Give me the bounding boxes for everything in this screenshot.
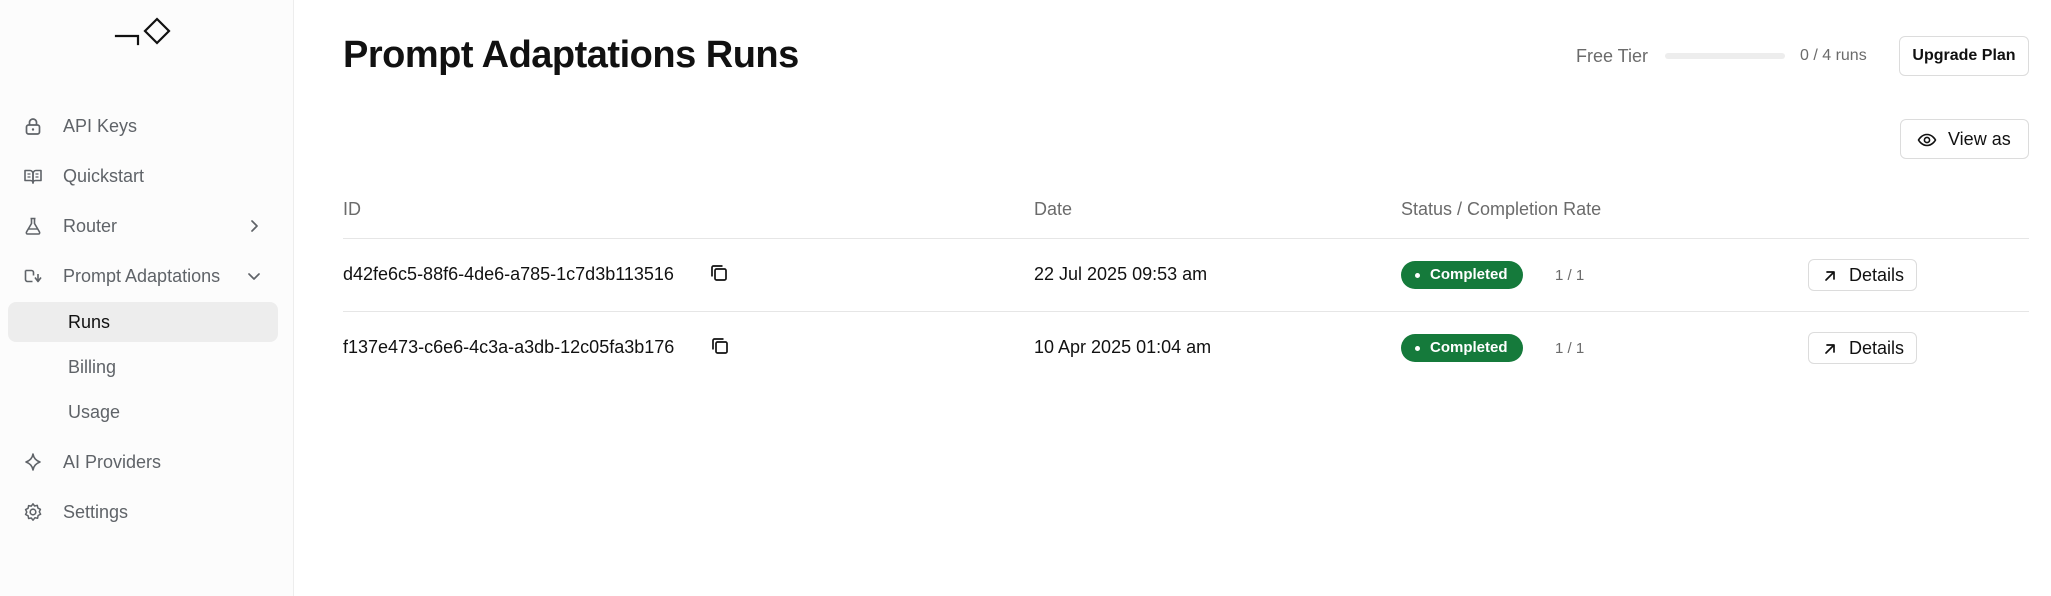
sidebar-subitem-billing[interactable]: Billing [8,347,278,387]
sidebar-item-ai-providers[interactable]: AI Providers [8,440,278,484]
status-badge: Completed [1401,334,1523,362]
status-dot-icon [1415,346,1420,351]
sidebar-item-quickstart[interactable]: Quickstart [8,154,278,198]
table-row[interactable]: d42fe6c5-88f6-4de6-a785-1c7d3b113516 22 … [343,239,2029,311]
table-row[interactable]: f137e473-c6e6-4c3a-a3db-12c05fa3b176 10 … [343,312,2029,384]
status-badge: Completed [1401,261,1523,289]
sidebar-subitem-label: Runs [68,312,111,332]
details-button[interactable]: Details [1808,259,1917,291]
details-label: Details [1849,265,1905,285]
copy-icon[interactable] [708,262,730,284]
flask-icon [22,215,44,237]
run-id: d42fe6c5-88f6-4de6-a785-1c7d3b113516 [343,264,674,284]
arrow-up-right-icon [1825,271,1835,281]
route-icon [22,265,44,287]
sparkle-icon [22,451,44,473]
arrow-up-right-icon [1825,344,1835,354]
status-text: Completed [1430,339,1508,356]
lock-icon [22,115,44,137]
run-date: 10 Apr 2025 01:04 am [1034,337,1212,357]
column-header-id[interactable]: ID [343,199,361,220]
sidebar-subitem-label: Usage [68,402,121,422]
chevron-right-icon [251,220,258,232]
sidebar-item-label: API Keys [63,115,138,136]
column-header-date[interactable]: Date [1034,199,1072,220]
completion-rate: 1 / 1 [1555,340,1585,357]
view-as-button[interactable]: View as [1900,119,2029,159]
status-dot-icon [1415,273,1420,278]
sidebar-item-prompt-adaptations[interactable]: Prompt Adaptations [8,254,278,298]
page-title: Prompt Adaptations Runs [343,34,799,76]
sidebar-item-label: Router [63,215,118,236]
details-button[interactable]: Details [1808,332,1917,364]
sidebar-subitem-label: Billing [68,357,117,377]
details-label: Details [1849,338,1905,358]
sidebar-item-api-keys[interactable]: API Keys [8,104,278,148]
sidebar-item-label: Settings [63,501,129,522]
brand-logo-icon[interactable] [114,16,174,50]
tier-progress-bar [1665,53,1785,59]
book-icon [22,165,44,187]
run-id: f137e473-c6e6-4c3a-a3db-12c05fa3b176 [343,337,675,357]
status-text: Completed [1430,266,1508,283]
sidebar-item-label: AI Providers [63,451,162,472]
gear-icon [22,501,44,523]
completion-rate: 1 / 1 [1555,267,1585,284]
tier-usage-count: 0 / 4 runs [1800,47,1867,64]
sidebar-item-settings[interactable]: Settings [8,490,278,534]
tier-label: Free Tier [1576,46,1649,66]
sidebar-item-label: Quickstart [63,165,145,186]
sidebar: API Keys Quickstart Router Prompt Adapta… [0,0,294,596]
sidebar-subitem-runs[interactable]: Runs [8,302,278,342]
copy-icon[interactable] [709,335,731,357]
upgrade-plan-button[interactable]: Upgrade Plan [1899,36,2029,76]
chevron-down-icon [248,273,260,280]
sidebar-item-label: Prompt Adaptations [63,265,221,286]
sidebar-item-router[interactable]: Router [8,204,278,248]
sidebar-subitem-usage[interactable]: Usage [8,392,278,432]
eye-icon [1917,133,1937,147]
column-header-status[interactable]: Status / Completion Rate [1401,199,1601,220]
run-date: 22 Jul 2025 09:53 am [1034,264,1208,284]
view-as-label: View as [1948,129,2011,149]
